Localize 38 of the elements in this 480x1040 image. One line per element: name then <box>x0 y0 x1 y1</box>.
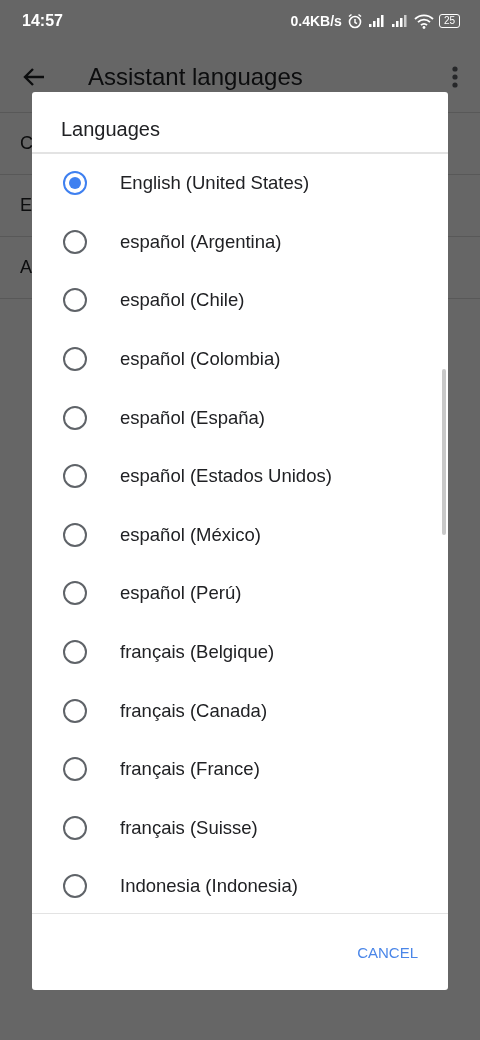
alarm-icon <box>346 13 363 29</box>
radio-button[interactable] <box>63 874 87 899</box>
more-icon[interactable] <box>452 66 458 88</box>
signal-icon <box>390 14 409 28</box>
clock: 14:57 <box>22 12 63 30</box>
radio-button[interactable] <box>63 288 87 313</box>
radio-button[interactable] <box>63 698 87 723</box>
language-option[interactable]: Indonesia (Indonesia) <box>32 857 448 913</box>
language-option[interactable]: español (Perú) <box>32 564 448 623</box>
radio-button[interactable] <box>63 171 87 196</box>
language-option[interactable]: español (Chile) <box>32 271 448 330</box>
wifi-icon <box>413 13 434 29</box>
language-option[interactable]: français (Suisse) <box>32 798 448 858</box>
page-title: Assistant languages <box>88 63 304 91</box>
language-option[interactable]: français (France) <box>32 739 448 799</box>
language-option[interactable]: English (United States) <box>32 154 448 213</box>
network-speed: 0.4KB/s <box>290 13 342 29</box>
back-icon[interactable] <box>22 67 46 87</box>
language-option[interactable]: français (Canada) <box>32 681 448 740</box>
radio-button[interactable] <box>63 405 87 430</box>
radio-button[interactable] <box>63 640 87 665</box>
language-option[interactable]: español (Colombia) <box>32 329 448 389</box>
language-option[interactable]: español (Estados Unidos) <box>32 446 448 506</box>
radio-button[interactable] <box>63 581 87 606</box>
cancel-button[interactable]: CANCEL <box>349 937 426 967</box>
dialog-title: Languages <box>32 92 448 154</box>
signal-icon <box>367 14 386 28</box>
language-option[interactable]: français (Belgique) <box>32 622 448 682</box>
language-option[interactable]: español (Argentina) <box>32 212 448 272</box>
radio-button[interactable] <box>63 464 87 489</box>
radio-button[interactable] <box>63 229 87 254</box>
radio-button[interactable] <box>63 757 87 782</box>
radio-button[interactable] <box>63 347 87 372</box>
language-option[interactable]: español (México) <box>32 505 448 565</box>
battery-icon: 25 <box>438 14 460 28</box>
radio-button[interactable] <box>63 815 87 840</box>
radio-button[interactable] <box>63 522 87 547</box>
language-option[interactable]: español (España) <box>32 388 448 447</box>
